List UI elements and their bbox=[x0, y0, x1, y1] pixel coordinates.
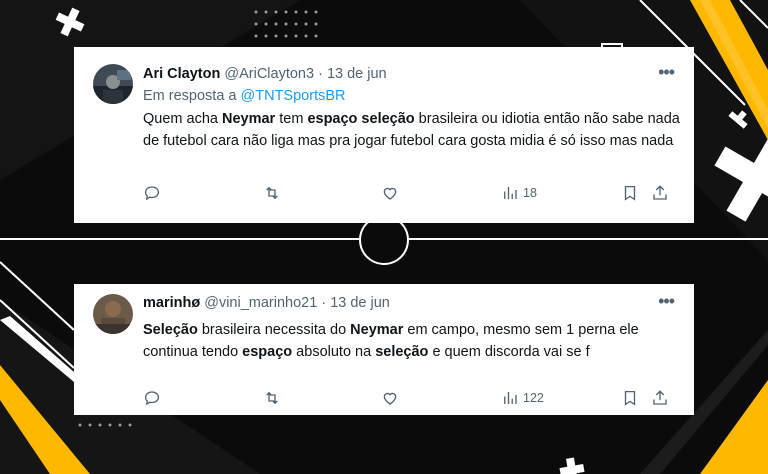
bookmark-icon[interactable] bbox=[621, 388, 639, 408]
text-segment: e quem discorda vai se f bbox=[428, 343, 590, 360]
action-bar: 122 bbox=[143, 388, 673, 408]
avatar[interactable] bbox=[93, 64, 133, 104]
text-segment: tem bbox=[275, 111, 308, 127]
like-icon[interactable] bbox=[381, 388, 399, 408]
text-segment: Quem acha bbox=[143, 111, 222, 127]
avatar[interactable] bbox=[93, 294, 133, 334]
text-segment: absoluto na bbox=[292, 343, 376, 360]
bold-segment: Neymar bbox=[350, 322, 404, 338]
timestamp[interactable]: 13 de jun bbox=[330, 295, 390, 311]
separator: · bbox=[321, 295, 327, 311]
retweet-icon[interactable] bbox=[263, 388, 281, 408]
handle[interactable]: @AriClayton3 bbox=[224, 66, 314, 82]
handle[interactable]: @vini_marinho21 bbox=[204, 295, 317, 311]
views-button[interactable]: 18 bbox=[501, 183, 537, 203]
tweet-header: marinhø @vini_marinho21 · 13 de jun bbox=[143, 294, 390, 312]
bold-segment: Neymar bbox=[222, 111, 276, 127]
bold-segment: seleção bbox=[375, 343, 429, 360]
tweet-card[interactable]: Ari Clayton @AriClayton3 · 13 de jun •••… bbox=[74, 47, 694, 223]
tweet-card[interactable]: marinhø @vini_marinho21 · 13 de jun ••• … bbox=[74, 284, 694, 415]
bold-segment: espaço seleção bbox=[307, 111, 415, 127]
tweet-text: Quem acha Neymar tem espaço seleção bras… bbox=[143, 109, 683, 152]
more-options-icon[interactable]: ••• bbox=[658, 63, 675, 81]
views-count: 18 bbox=[523, 186, 537, 200]
tweet-header: Ari Clayton @AriClayton3 · 13 de jun bbox=[143, 65, 387, 83]
views-icon bbox=[504, 392, 517, 404]
bookmark-icon[interactable] bbox=[621, 183, 639, 203]
tweet-text: Seleção brasileira necessita do Neymar e… bbox=[143, 320, 683, 363]
timestamp[interactable]: 13 de jun bbox=[327, 66, 387, 82]
share-icon[interactable] bbox=[651, 388, 669, 408]
reply-icon[interactable] bbox=[143, 388, 161, 408]
action-bar: 18 bbox=[143, 183, 673, 203]
reply-prefix: Em resposta a bbox=[143, 88, 237, 104]
more-options-icon[interactable]: ••• bbox=[658, 292, 675, 310]
views-icon bbox=[504, 187, 517, 199]
display-name[interactable]: marinhø bbox=[143, 295, 200, 311]
reply-mention-link[interactable]: @TNTSportsBR bbox=[241, 88, 346, 104]
reply-context: Em resposta a @TNTSportsBR bbox=[143, 88, 346, 104]
reply-icon[interactable] bbox=[143, 183, 161, 203]
views-count: 122 bbox=[523, 391, 544, 405]
retweet-icon[interactable] bbox=[263, 183, 281, 203]
text-segment: brasileira necessita do bbox=[197, 322, 351, 338]
display-name[interactable]: Ari Clayton bbox=[143, 66, 220, 82]
separator: · bbox=[318, 66, 323, 82]
views-button[interactable]: 122 bbox=[501, 388, 544, 408]
bold-segment: espaço bbox=[242, 343, 293, 360]
bold-segment: Seleção bbox=[143, 322, 198, 338]
share-icon[interactable] bbox=[651, 183, 669, 203]
like-icon[interactable] bbox=[381, 183, 399, 203]
